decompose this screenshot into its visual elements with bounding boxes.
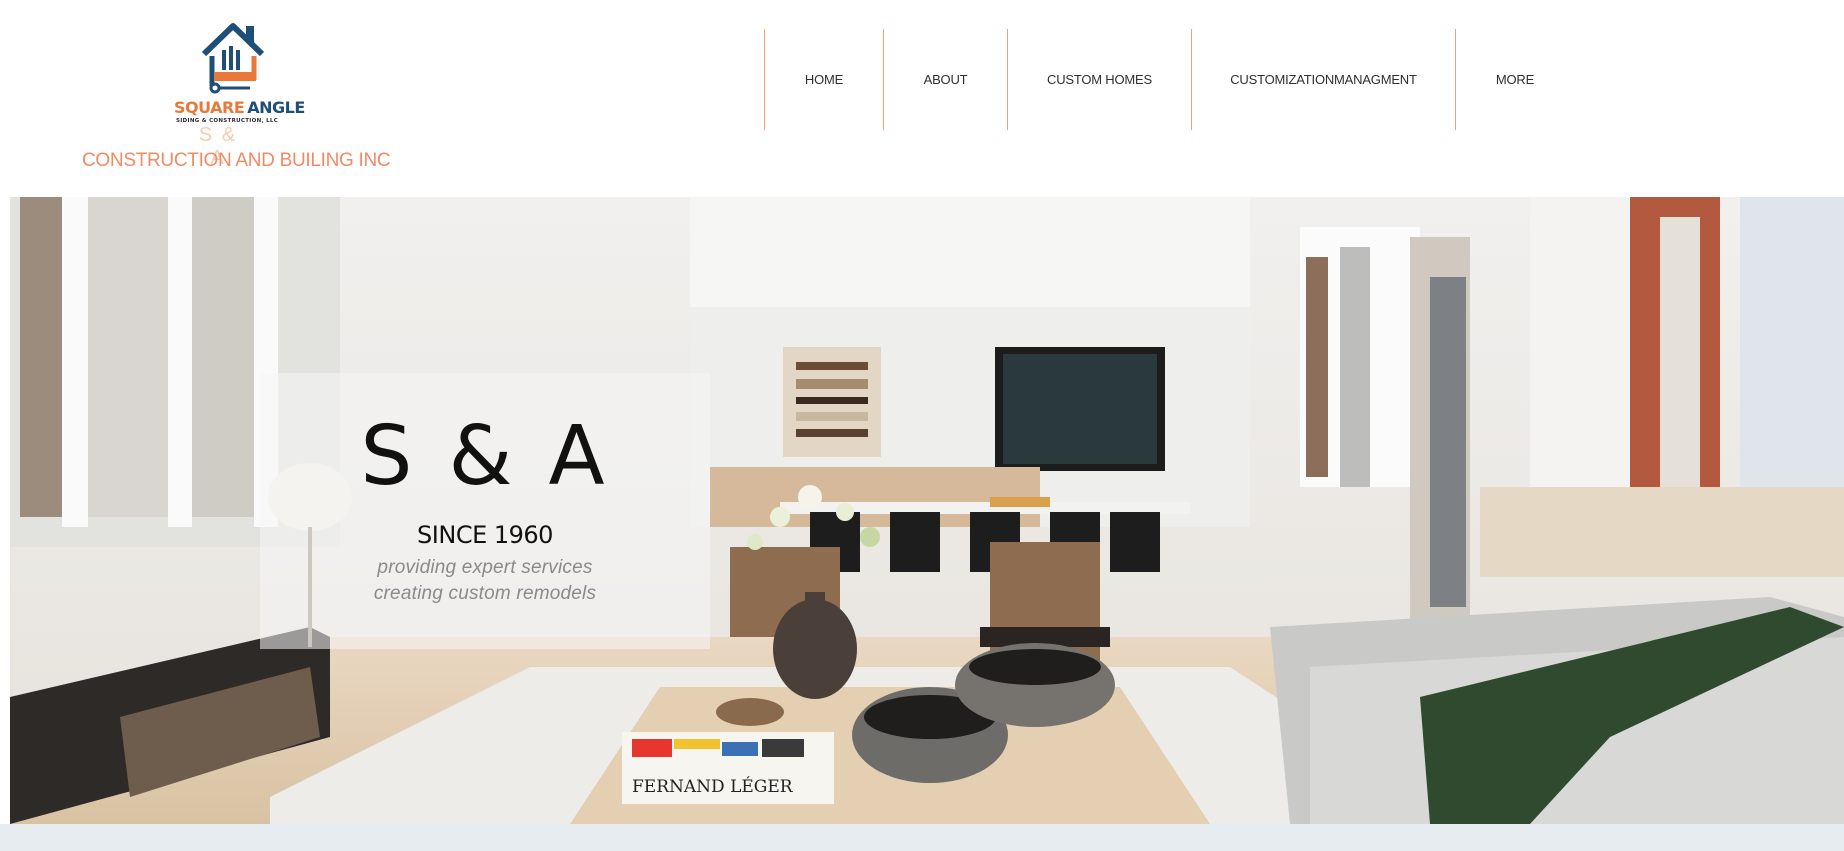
nav-item-more[interactable]: MORE bbox=[1455, 29, 1574, 130]
section-strip bbox=[0, 824, 1844, 851]
nav-item-customization-managment[interactable]: CUSTOMIZATIONMANAGMENT bbox=[1191, 29, 1455, 130]
logo-word-square: SQUARE bbox=[174, 98, 245, 117]
hero-tagline-2: creating custom remodels bbox=[373, 583, 597, 604]
nav-item-custom-homes[interactable]: CUSTOM HOMES bbox=[1007, 29, 1191, 130]
book-title-text: FERNAND LÉGER bbox=[632, 776, 794, 797]
house-tools-logo-icon bbox=[201, 23, 265, 94]
nav-item-home[interactable]: HOME bbox=[764, 29, 883, 130]
main-nav: HOME ABOUT CUSTOM HOMES CUSTOMIZATIONMAN… bbox=[764, 29, 1574, 130]
hero-title: S & A bbox=[360, 409, 610, 504]
hero-text-panel: S & A SINCE 1960 providing expert servic… bbox=[260, 373, 710, 649]
site-header: SQUARE ANGLE SIDING & CONSTRUCTION, LLC S… bbox=[0, 0, 1844, 197]
hero-banner: FERNAND LÉGER S & A SINCE 1960 providing… bbox=[10, 197, 1844, 824]
brand-long-name: CONSTRUCTION AND BUILING INC bbox=[82, 150, 391, 171]
company-logo[interactable]: SQUARE ANGLE SIDING & CONSTRUCTION, LLC bbox=[170, 20, 305, 132]
nav-item-about[interactable]: ABOUT bbox=[883, 29, 1007, 130]
hero-tagline-1: providing expert services bbox=[377, 557, 593, 578]
hero-since: SINCE 1960 bbox=[417, 521, 553, 549]
logo-word-angle: ANGLE bbox=[247, 98, 305, 117]
logo-wordmark: SQUARE ANGLE bbox=[174, 98, 305, 117]
